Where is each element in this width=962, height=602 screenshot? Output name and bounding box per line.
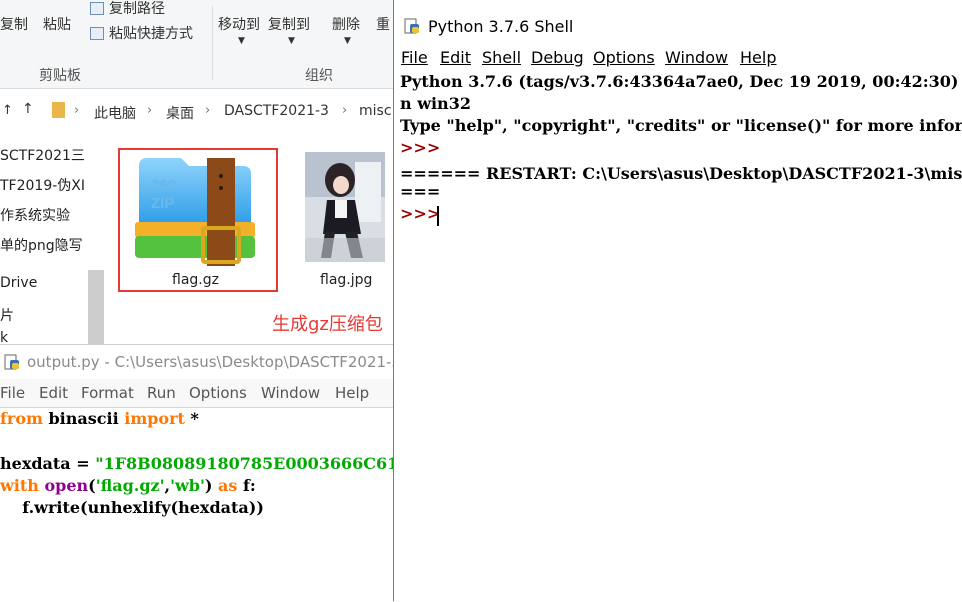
copy-to-button[interactable]: 复制到 bbox=[268, 14, 310, 34]
menu-label: Debug bbox=[531, 48, 584, 67]
code-token: * bbox=[184, 409, 199, 428]
address-bar[interactable]: ↑ ↑ › 此电脑 › 桌面 › DASCTF2021-3 › misc bbox=[0, 95, 395, 129]
up-arrow-icon[interactable]: ↑ bbox=[22, 101, 34, 117]
clipboard-group-label: 剪贴板 bbox=[39, 68, 81, 84]
editor-window-title: output.py - C:\Users\asus\Desktop\DASCTF… bbox=[27, 353, 401, 371]
builtin: open bbox=[44, 476, 89, 495]
ribbon-divider bbox=[212, 6, 213, 80]
menu-edit[interactable]: Edit bbox=[39, 384, 68, 402]
menu-run[interactable]: Run bbox=[147, 384, 176, 402]
menu-file[interactable]: File bbox=[0, 384, 25, 402]
folder-icon bbox=[52, 102, 65, 118]
keyword: with bbox=[0, 476, 39, 495]
string-literal: 'wb' bbox=[170, 476, 205, 495]
nav-item[interactable]: SCTF2021三 bbox=[0, 145, 85, 165]
chevron-right-icon: › bbox=[74, 103, 80, 118]
annotation-label: 生成gz压缩包 bbox=[272, 314, 383, 335]
copy-path-button[interactable]: 复制路径 bbox=[90, 0, 165, 18]
keyword: from bbox=[0, 409, 43, 428]
chevron-right-icon: › bbox=[205, 103, 211, 118]
chevron-right-icon: › bbox=[147, 103, 153, 118]
menu-options[interactable]: Options bbox=[593, 48, 655, 67]
keyword: import bbox=[124, 409, 185, 428]
paste-shortcut-button[interactable]: 粘贴快捷方式 bbox=[90, 23, 193, 43]
menu-label: File bbox=[401, 48, 428, 67]
menu-help[interactable]: Help bbox=[335, 384, 369, 402]
menu-window[interactable]: Window bbox=[261, 384, 320, 402]
menu-label: Options bbox=[593, 48, 655, 67]
paste-button[interactable]: 粘贴 bbox=[43, 14, 71, 34]
menu-shell[interactable]: Shell bbox=[482, 48, 521, 67]
file-name-flag-jpg: flag.jpg bbox=[320, 272, 373, 288]
python-file-icon bbox=[4, 354, 19, 370]
shell-help-line: Type "help", "copyright", "credits" or "… bbox=[400, 116, 962, 135]
paste-shortcut-icon bbox=[90, 26, 104, 40]
menu-label: Edit bbox=[440, 48, 471, 67]
python-shell-icon bbox=[404, 18, 419, 34]
nav-item[interactable]: TF2019-伪XI bbox=[0, 175, 85, 195]
shell-output-area[interactable]: Python 3.7.6 (tags/v3.7.6:43364a7ae0, De… bbox=[400, 72, 962, 572]
copy-button[interactable]: 复制 bbox=[0, 14, 28, 34]
shell-window-title: Python 3.7.6 Shell bbox=[428, 17, 574, 36]
menu-label: Help bbox=[740, 48, 777, 67]
copy-path-icon bbox=[90, 1, 104, 15]
shell-platform-line: n win32 bbox=[400, 94, 471, 113]
nav-item-onedrive[interactable]: Drive bbox=[0, 275, 37, 291]
shell-version-line: Python 3.7.6 (tags/v3.7.6:43364a7ae0, De… bbox=[400, 72, 962, 91]
chevron-right-icon: › bbox=[342, 103, 348, 118]
code-line-5: f.write(unhexlify(hexdata)) bbox=[0, 498, 264, 517]
menu-debug[interactable]: Debug bbox=[531, 48, 584, 67]
rename-button[interactable]: 重 bbox=[376, 14, 390, 34]
selection-highlight-box bbox=[118, 148, 278, 292]
code-token: f: bbox=[237, 476, 256, 495]
code-line-3: hexdata = "1F8B08089180785E0003666C6167 bbox=[0, 454, 421, 473]
code-token: ( bbox=[88, 476, 96, 495]
breadcrumb-desktop[interactable]: 桌面 bbox=[166, 103, 194, 123]
shell-menubar: File Edit Shell Debug Options Window Hel… bbox=[394, 44, 962, 70]
breadcrumb-this-pc[interactable]: 此电脑 bbox=[94, 103, 136, 123]
menu-label: Window bbox=[665, 48, 729, 67]
keyword: as bbox=[218, 476, 238, 495]
organize-group-label: 组织 bbox=[305, 68, 333, 84]
code-token: ) bbox=[204, 476, 219, 495]
move-to-chevron-icon: ▼ bbox=[238, 36, 245, 46]
delete-chevron-icon: ▼ bbox=[344, 36, 351, 46]
menu-options[interactable]: Options bbox=[189, 384, 247, 402]
shell-titlebar[interactable]: Python 3.7.6 Shell bbox=[394, 0, 962, 42]
menu-help[interactable]: Help bbox=[740, 48, 776, 67]
shell-prompt: >>> bbox=[400, 138, 441, 157]
menu-label: Shell bbox=[482, 48, 522, 67]
menu-format[interactable]: Format bbox=[81, 384, 134, 402]
editor-menubar: File Edit Format Run Options Window Help bbox=[0, 379, 395, 408]
code-token: hexdata = bbox=[0, 454, 96, 473]
breadcrumb-folder[interactable]: DASCTF2021-3 bbox=[224, 103, 329, 119]
copy-to-chevron-icon: ▼ bbox=[288, 36, 295, 46]
string-literal: "1F8B08089180785E0003666C6167 bbox=[95, 454, 421, 473]
delete-button[interactable]: 删除 bbox=[332, 14, 360, 34]
menu-window[interactable]: Window bbox=[665, 48, 728, 67]
copy-path-label: 复制路径 bbox=[109, 1, 165, 17]
nav-item[interactable]: 片 bbox=[0, 305, 14, 325]
move-to-button[interactable]: 移动到 bbox=[218, 14, 260, 34]
menu-edit[interactable]: Edit bbox=[440, 48, 471, 67]
menu-file[interactable]: File bbox=[401, 48, 428, 67]
breadcrumb-subfolder[interactable]: misc bbox=[359, 103, 392, 119]
shell-restart-line: ====== RESTART: C:\Users\asus\Desktop\DA… bbox=[400, 164, 962, 183]
code-token: binascii bbox=[42, 409, 125, 428]
string-literal: 'flag.gz' bbox=[95, 476, 165, 495]
paste-shortcut-label: 粘贴快捷方式 bbox=[109, 26, 193, 42]
nav-scrollbar-thumb[interactable] bbox=[88, 270, 104, 345]
image-thumbnail bbox=[305, 152, 385, 262]
python-shell-window[interactable]: Python 3.7.6 Shell File Edit Shell Debug… bbox=[393, 0, 962, 601]
code-line-1: from binascii import * bbox=[0, 409, 199, 428]
shell-prompt: >>> bbox=[400, 204, 441, 223]
nav-item[interactable]: 作系统实验 bbox=[0, 205, 70, 225]
idle-editor-window[interactable]: output.py - C:\Users\asus\Desktop\DASCTF… bbox=[0, 344, 421, 602]
text-cursor bbox=[437, 206, 439, 226]
shell-restart-end-line: === bbox=[400, 182, 441, 201]
code-line-4: with open('flag.gz','wb') as f: bbox=[0, 476, 256, 495]
back-arrow-icon[interactable]: ↑ bbox=[2, 103, 13, 118]
editor-titlebar[interactable]: output.py - C:\Users\asus\Desktop\DASCTF… bbox=[0, 345, 401, 379]
nav-item[interactable]: 单的png隐写 bbox=[0, 235, 83, 255]
